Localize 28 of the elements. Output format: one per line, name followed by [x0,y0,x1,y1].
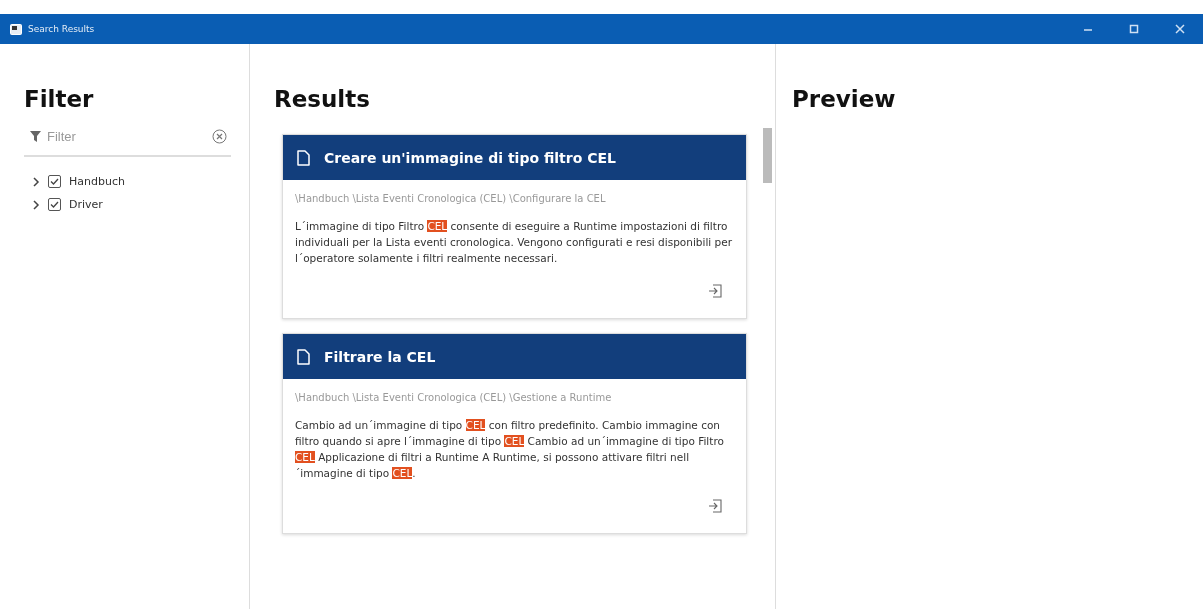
open-icon[interactable] [708,499,722,513]
chevron-icon[interactable] [32,176,40,187]
tree-item[interactable]: Driver [69,198,103,211]
checkbox[interactable] [48,198,61,211]
result-text: L´immagine di tipo Filtro CEL consente di eseguire a Runtime impostazioni di filtro individuali per la Lista eventi cronologica. Vengono configurati e resi disponibili per l´operatore solamente i filtri realmente necessari. [295,219,733,266]
maximize-icon [1129,24,1139,34]
result-path: \Handbuch \Lista Eventi Cronologica (CEL) \Gestione a Runtime [294,391,613,403]
document-icon [297,149,310,166]
close-icon [1175,24,1185,34]
funnel-icon [30,131,41,142]
result-path: \Handbuch \Lista Eventi Cronologica (CEL) \Configurare la CEL [294,192,607,204]
scrollbar-thumb[interactable] [763,128,772,183]
tree-item[interactable]: Handbuch [69,175,125,188]
chevron-icon[interactable] [32,199,40,210]
open-icon[interactable] [708,284,722,298]
document-icon [297,348,310,365]
results-heading: Results [274,86,371,112]
window-title: Search Results [28,24,95,34]
result-text: Cambio ad un´immagine di tipo CEL con filtro predefinito. Cambio immagine con filtro quando si apre l´immagine di tipo CEL Cambio ad un´immagine di tipo Filtro CEL Applicazione di filtri a Runtime A Runtime, si possono attivare filtri nell´immagine di tipo CEL. [295,418,725,481]
result-title[interactable]: Creare un'immagine di tipo filtro CEL [324,149,616,166]
filter-heading: Filter [24,86,95,112]
preview-heading: Preview [792,86,897,112]
result-title[interactable]: Filtrare la CEL [324,348,436,365]
clear-icon[interactable] [212,129,227,144]
result-card[interactable] [282,333,747,534]
window-icon [10,23,22,35]
checkbox[interactable] [48,175,61,188]
result-card[interactable] [282,134,747,319]
